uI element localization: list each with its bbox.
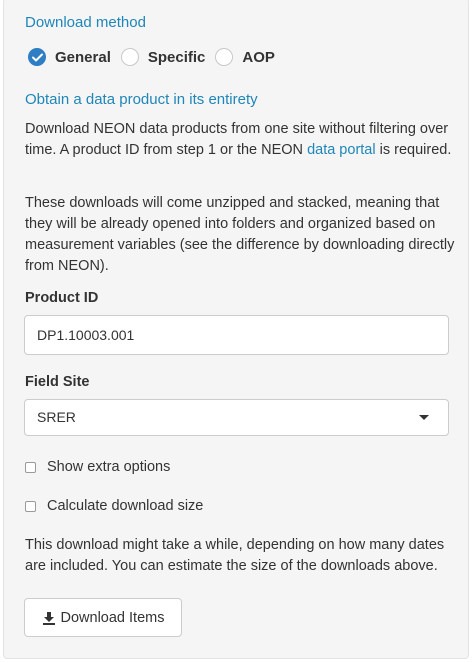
radio-aop[interactable]: AOP — [215, 48, 275, 66]
data-portal-link[interactable]: data portal — [307, 142, 376, 158]
radio-general-label: General — [55, 48, 111, 66]
download-method-heading: Download method — [25, 14, 146, 31]
download-items-button[interactable]: Download Items — [24, 598, 182, 637]
product-id-label: Product ID — [25, 290, 99, 306]
radio-specific-label: Specific — [147, 48, 206, 66]
field-site-label: Field Site — [25, 374, 90, 390]
general-intro-suffix: is required. — [379, 142, 452, 158]
radio-unchecked-icon[interactable] — [215, 48, 234, 66]
general-heading: Obtain a data product in its entirety — [25, 91, 258, 108]
extra-options-checkbox[interactable] — [25, 461, 36, 473]
download-time-note: This download might take a while, depend… — [25, 537, 445, 574]
radio-specific[interactable]: Specific — [120, 48, 206, 66]
field-site-select[interactable]: SRER — [24, 399, 449, 436]
general-intro-paragraph: Download NEON data products from one sit… — [25, 119, 455, 161]
product-id-input[interactable]: DP1.10003.001 — [24, 315, 449, 355]
extra-options-checkbox-row[interactable]: Show extra options — [25, 459, 170, 475]
radio-aop-label: AOP — [242, 48, 275, 66]
extra-options-label: Show extra options — [47, 459, 171, 475]
download-size-checkbox-row[interactable]: Calculate download size — [25, 498, 203, 514]
download-size-label: Calculate download size — [47, 498, 204, 514]
download-size-checkbox[interactable] — [25, 500, 36, 512]
download-items-label: Download Items — [60, 609, 165, 626]
chevron-down-icon — [419, 415, 429, 420]
checkmark-icon — [32, 53, 43, 62]
download-icon — [42, 611, 56, 625]
stacked-description: These downloads will come unzipped and s… — [25, 195, 455, 274]
radio-general[interactable]: General — [28, 48, 111, 66]
download-method-radio-group: General Specific AOP — [28, 45, 285, 69]
radio-checked-icon[interactable] — [28, 48, 46, 66]
radio-unchecked-icon[interactable] — [120, 48, 139, 66]
field-site-selected-value: SRER — [37, 409, 76, 425]
